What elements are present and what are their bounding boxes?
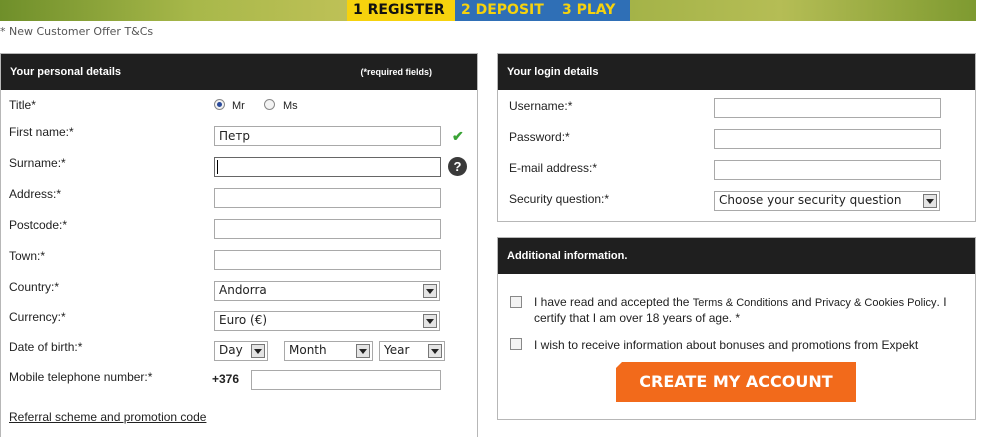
- dob-year-value: Year: [384, 343, 410, 357]
- terms-text-post: . I: [936, 295, 947, 309]
- promotions-checkbox[interactable]: [510, 338, 522, 350]
- username-label: Username:*: [509, 99, 573, 113]
- step-play: 3 PLAY: [556, 0, 630, 21]
- dob-day-select[interactable]: Day: [214, 341, 268, 361]
- password-field[interactable]: [714, 129, 941, 149]
- terms-text-line2: certify that I am over 18 years of age. …: [534, 311, 741, 325]
- title-mr-label: Mr: [232, 100, 245, 112]
- dob-day-value: Day: [219, 343, 243, 357]
- email-field[interactable]: [714, 160, 941, 180]
- chevron-down-icon: [423, 314, 437, 328]
- title-ms-radio[interactable]: [264, 99, 275, 110]
- surname-label: Surname:*: [9, 156, 66, 170]
- terms-text-and: and: [788, 295, 815, 309]
- required-fields-note: (*required fields): [360, 67, 432, 77]
- create-account-button[interactable]: CREATE MY ACCOUNT: [616, 362, 856, 402]
- personal-details-header: Your personal details (*required fields): [1, 54, 477, 90]
- offer-note: * New Customer Offer T&Cs: [0, 25, 154, 38]
- text-cursor: [217, 160, 218, 174]
- country-value: Andorra: [219, 283, 267, 297]
- dob-label: Date of birth:*: [9, 340, 83, 354]
- step-deposit: 2 DEPOSIT: [455, 0, 556, 21]
- dob-month-select[interactable]: Month: [284, 341, 373, 361]
- postcode-field[interactable]: [214, 219, 441, 239]
- town-field[interactable]: [214, 250, 441, 270]
- mobile-label: Mobile telephone number:*: [9, 370, 153, 384]
- chevron-down-icon: [356, 344, 370, 358]
- country-select[interactable]: Andorra: [214, 281, 440, 301]
- chevron-down-icon: [251, 344, 265, 358]
- security-question-select[interactable]: Choose your security question: [714, 191, 940, 211]
- mobile-field[interactable]: [251, 370, 441, 390]
- terms-link[interactable]: Terms & Conditions: [693, 297, 788, 309]
- referral-link[interactable]: Referral scheme and promotion code: [9, 410, 206, 424]
- mobile-prefix: +376: [212, 372, 240, 386]
- additional-info-header: Additional information.: [498, 238, 975, 274]
- first-name-label: First name:*: [9, 125, 74, 139]
- terms-checkbox[interactable]: [510, 296, 522, 308]
- personal-details-title: Your personal details: [10, 66, 122, 78]
- chevron-down-icon: [428, 344, 442, 358]
- terms-text: I have read and accepted the Terms & Con…: [534, 295, 954, 326]
- surname-field[interactable]: [214, 157, 441, 177]
- postcode-label: Postcode:*: [9, 218, 68, 232]
- currency-value: Euro (€): [219, 313, 268, 327]
- privacy-link[interactable]: Privacy & Cookies Policy: [815, 297, 937, 309]
- title-ms-label: Ms: [283, 100, 298, 112]
- address-field[interactable]: [214, 188, 441, 208]
- country-label: Country:*: [9, 280, 60, 294]
- currency-select[interactable]: Euro (€): [214, 311, 440, 331]
- username-field[interactable]: [714, 98, 941, 118]
- password-label: Password:*: [509, 130, 570, 144]
- terms-text-pre: I have read and accepted the: [534, 295, 693, 309]
- dob-month-value: Month: [289, 343, 327, 357]
- first-name-field[interactable]: Петр: [214, 126, 441, 146]
- security-question-label: Security question:*: [509, 192, 610, 206]
- help-icon[interactable]: ?: [448, 157, 467, 176]
- step-register: 1 REGISTER: [347, 0, 455, 21]
- check-icon: ✔: [452, 128, 464, 144]
- email-label: E-mail address:*: [509, 161, 598, 175]
- login-details-header: Your login details: [498, 54, 975, 90]
- dob-year-select[interactable]: Year: [379, 341, 445, 361]
- chevron-down-icon: [923, 194, 937, 208]
- title-mr-radio[interactable]: [214, 99, 225, 110]
- address-label: Address:*: [9, 187, 62, 201]
- town-label: Town:*: [9, 249, 46, 263]
- currency-label: Currency:*: [9, 310, 66, 324]
- title-label: Title*: [9, 98, 36, 112]
- chevron-down-icon: [423, 284, 437, 298]
- promotions-text: I wish to receive information about bonu…: [534, 338, 919, 352]
- security-question-value: Choose your security question: [719, 193, 902, 207]
